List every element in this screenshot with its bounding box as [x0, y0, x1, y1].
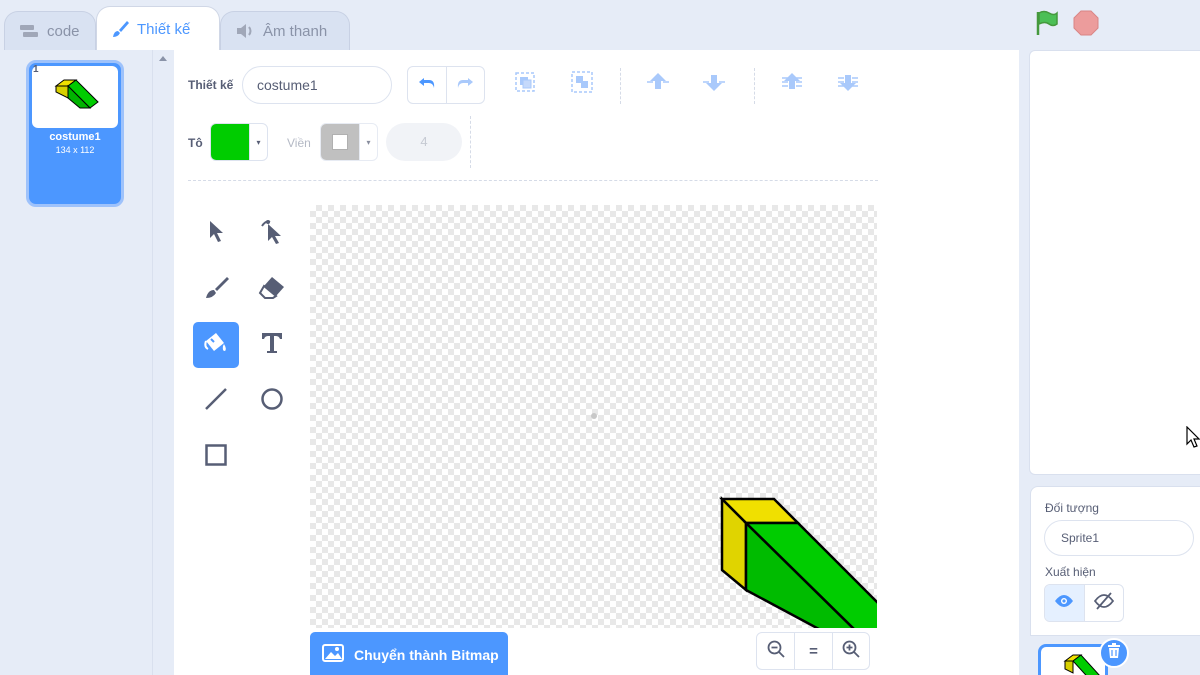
- outline-color-picker[interactable]: ▾: [320, 123, 378, 161]
- sprite-label: Đối tượng: [1045, 501, 1099, 515]
- fill-label: Tô: [188, 136, 203, 150]
- eye-icon: [1054, 594, 1074, 613]
- convert-label: Chuyển thành Bitmap: [354, 646, 499, 663]
- mouse-cursor-icon: [1186, 425, 1200, 453]
- reshape-icon: [260, 218, 284, 249]
- arrow-to-bottom-icon: [835, 70, 861, 99]
- show-button[interactable]: [1045, 585, 1084, 621]
- caret-down-icon: ▾: [359, 124, 377, 160]
- redo-button[interactable]: [445, 67, 484, 103]
- toolbar-divider: [754, 68, 755, 104]
- costume-index: 1: [33, 64, 39, 75]
- undo-button[interactable]: [408, 67, 446, 103]
- arrow-up-icon: [645, 70, 671, 99]
- show-label: Xuất hiện: [1045, 565, 1096, 579]
- scroll-up-arrow-icon[interactable]: [159, 56, 167, 61]
- eraser-tool[interactable]: [249, 266, 295, 312]
- convert-to-bitmap-button[interactable]: Chuyển thành Bitmap: [310, 632, 508, 675]
- costume-list: 1 costume1 134 x 112: [0, 50, 152, 675]
- canvas-center-dot: [591, 413, 597, 419]
- outline-swatch: [321, 124, 359, 160]
- ungroup-icon: [569, 69, 595, 100]
- brush-tool[interactable]: [193, 266, 239, 312]
- visibility-toggle: [1044, 584, 1124, 622]
- group-icon: [512, 69, 538, 100]
- line-tool[interactable]: [193, 378, 239, 424]
- costume-scrollbar[interactable]: [152, 50, 174, 675]
- tab-sounds[interactable]: Âm thanh: [220, 11, 350, 50]
- sprite-thumbnail[interactable]: [1038, 644, 1108, 675]
- rectangle-tool[interactable]: [193, 434, 239, 480]
- zoom-out-icon: [767, 640, 785, 662]
- costume-shape: [718, 495, 877, 628]
- stop-icon[interactable]: [1073, 10, 1099, 41]
- caret-down-icon: ▾: [249, 124, 267, 160]
- costume-name-input[interactable]: [242, 66, 392, 104]
- circle-tool[interactable]: [249, 378, 295, 424]
- hide-button[interactable]: [1083, 585, 1123, 621]
- fill-tool[interactable]: [193, 322, 239, 368]
- forward-button[interactable]: [642, 68, 674, 100]
- back-button[interactable]: [832, 68, 864, 100]
- reshape-tool[interactable]: [249, 210, 295, 256]
- trash-icon: [1107, 642, 1121, 664]
- sprite-list: [1030, 636, 1200, 675]
- paintbrush-icon: [111, 20, 129, 38]
- sprite-info-panel: Đối tượng Sprite1 Xuất hiện: [1030, 486, 1200, 636]
- zoom-out-button[interactable]: [757, 633, 794, 669]
- zoom-reset-button[interactable]: =: [794, 633, 831, 669]
- tab-costumes[interactable]: Thiết kế: [96, 6, 220, 51]
- paint-editor: Thiết kế costume1 Tô ▾ Viền ▾ 4 Chuyển t…: [174, 50, 1019, 675]
- zoom-in-icon: [842, 640, 860, 662]
- delete-sprite-button[interactable]: [1099, 638, 1129, 668]
- select-tool[interactable]: [193, 210, 239, 256]
- text-tool[interactable]: [249, 322, 295, 368]
- outline-width-input[interactable]: 4: [386, 123, 462, 161]
- fill-swatch: [211, 124, 249, 160]
- outline-label: Viền: [287, 136, 311, 150]
- toolbar-divider: [470, 116, 471, 168]
- brush-icon: [203, 275, 229, 304]
- group-button[interactable]: [509, 68, 541, 100]
- front-button[interactable]: [776, 68, 808, 100]
- tab-label: Thiết kế: [137, 20, 191, 38]
- costume-name: costume1: [49, 131, 101, 143]
- eye-slash-icon: [1093, 591, 1115, 615]
- text-t-icon: [260, 331, 284, 360]
- tab-label: Âm thanh: [263, 22, 328, 40]
- undo-redo-group: [407, 66, 485, 104]
- zoom-in-button[interactable]: [831, 633, 869, 669]
- tab-label: code: [47, 22, 80, 40]
- costume-item[interactable]: 1 costume1 134 x 112: [26, 60, 124, 207]
- arrow-to-top-icon: [779, 70, 805, 99]
- drawing-canvas[interactable]: [310, 205, 877, 628]
- costume-size: 134 x 112: [55, 145, 95, 155]
- ungroup-button[interactable]: [566, 68, 598, 100]
- paint-bucket-icon: [202, 330, 230, 361]
- redo-icon: [455, 76, 475, 95]
- green-flag-icon[interactable]: [1035, 10, 1059, 41]
- image-icon: [322, 644, 344, 665]
- backward-button[interactable]: [698, 68, 730, 100]
- tab-code[interactable]: code: [4, 11, 96, 50]
- circle-icon: [260, 387, 284, 416]
- toolbar-separator: [188, 180, 878, 181]
- sprite-name-input[interactable]: Sprite1: [1044, 520, 1194, 556]
- arrow-down-icon: [701, 70, 727, 99]
- eraser-icon: [258, 275, 286, 304]
- speaker-icon: [235, 23, 255, 39]
- toolbar-divider: [620, 68, 621, 104]
- run-controls: [1035, 10, 1099, 41]
- undo-icon: [417, 76, 437, 95]
- line-icon: [204, 387, 228, 416]
- code-blocks-icon: [19, 23, 39, 39]
- square-icon: [204, 443, 228, 472]
- zoom-controls: =: [756, 632, 870, 670]
- stage-area[interactable]: [1029, 50, 1200, 475]
- editor-tab-bar: code Âm thanh Thiết kế: [0, 0, 1015, 51]
- costume-thumbnail: [32, 66, 118, 128]
- arrow-cursor-icon: [205, 219, 227, 248]
- costume-name-label: Thiết kế: [188, 78, 234, 92]
- fill-color-picker[interactable]: ▾: [210, 123, 268, 161]
